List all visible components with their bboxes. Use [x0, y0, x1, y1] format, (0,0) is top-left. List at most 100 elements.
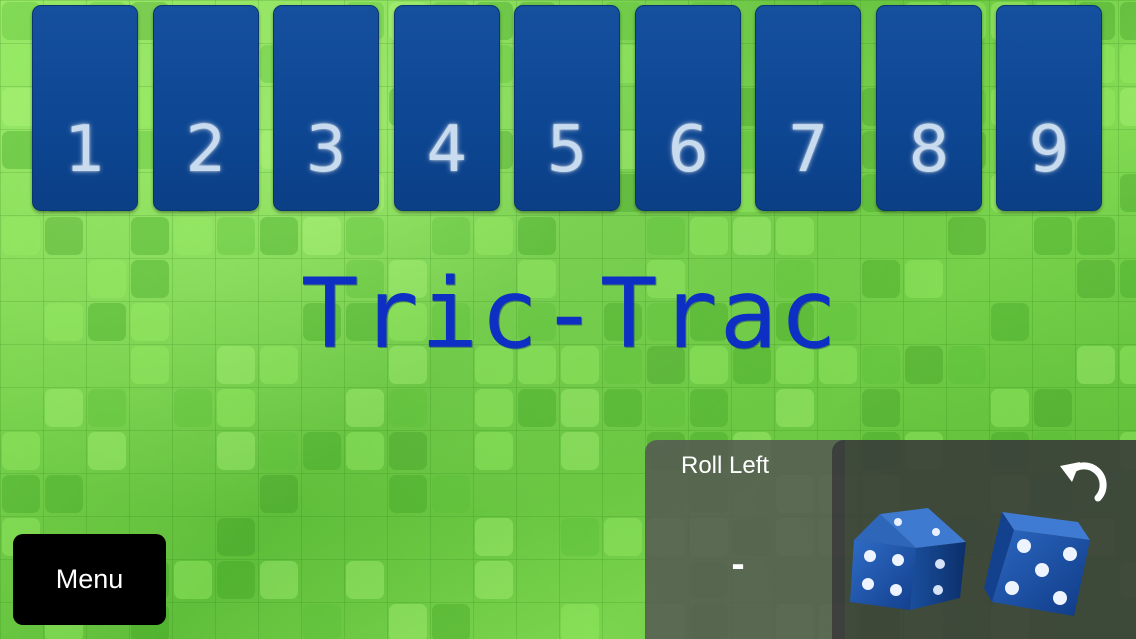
die-2[interactable] [982, 508, 1102, 632]
background-tile [1077, 346, 1115, 384]
background-tile [2, 432, 40, 470]
roll-left-panel: Roll Left - [645, 440, 845, 639]
background-tile [131, 346, 169, 384]
background-tile [647, 217, 685, 255]
background-tile [174, 217, 212, 255]
background-tile [1034, 389, 1072, 427]
background-tile [389, 475, 427, 513]
background-tile [260, 432, 298, 470]
background-tile [1077, 217, 1115, 255]
background-tile [475, 217, 513, 255]
background-tile [561, 432, 599, 470]
background-tile [1120, 45, 1136, 83]
card-7[interactable]: 7 [755, 5, 861, 211]
background-tile [217, 518, 255, 556]
background-tile [733, 217, 771, 255]
background-tile [561, 604, 599, 639]
background-tile [389, 432, 427, 470]
background-tile [991, 389, 1029, 427]
background-tile [217, 389, 255, 427]
card-number: 7 [787, 113, 829, 187]
background-tile [1077, 260, 1115, 298]
card-number: 6 [667, 113, 709, 187]
background-tile [475, 432, 513, 470]
background-tile [260, 217, 298, 255]
background-tile [131, 217, 169, 255]
background-tile [88, 389, 126, 427]
background-tile [432, 604, 470, 639]
card-number: 3 [305, 113, 347, 187]
card-number: 8 [908, 113, 950, 187]
background-tile [346, 389, 384, 427]
card-number: 2 [185, 113, 227, 187]
roll-left-label: Roll Left [681, 452, 770, 479]
background-tile [131, 260, 169, 298]
background-tile [389, 389, 427, 427]
background-tile [518, 217, 556, 255]
card-4[interactable]: 4 [394, 5, 500, 211]
background-tile [346, 561, 384, 599]
background-tile [475, 561, 513, 599]
card-number: 9 [1028, 113, 1070, 187]
card-6[interactable]: 6 [635, 5, 741, 211]
background-tile [88, 303, 126, 341]
background-tile [303, 217, 341, 255]
background-tile [45, 389, 83, 427]
background-tile [2, 475, 40, 513]
background-tile [217, 432, 255, 470]
background-tile [174, 561, 212, 599]
background-tile [1120, 260, 1136, 298]
background-tile [432, 475, 470, 513]
background-tile [518, 389, 556, 427]
card-number: 5 [546, 113, 588, 187]
roll-left-value: - [731, 542, 745, 586]
background-tile [561, 389, 599, 427]
background-tile [690, 389, 728, 427]
background-tile [174, 389, 212, 427]
undo-arrow-icon[interactable] [1058, 448, 1118, 508]
background-tile [647, 389, 685, 427]
card-2[interactable]: 2 [153, 5, 259, 211]
background-tile [1120, 346, 1136, 384]
background-tile [948, 217, 986, 255]
background-tile [604, 389, 642, 427]
background-tile [1120, 88, 1136, 126]
background-tile [991, 303, 1029, 341]
background-tile [346, 217, 384, 255]
card-9[interactable]: 9 [996, 5, 1102, 211]
background-tile [2, 217, 40, 255]
background-tile [776, 389, 814, 427]
background-tile [432, 217, 470, 255]
card-3[interactable]: 3 [273, 5, 379, 211]
dice-panel [832, 440, 1136, 639]
background-tile [303, 432, 341, 470]
card-8[interactable]: 8 [876, 5, 982, 211]
background-tile [346, 432, 384, 470]
background-tile [1120, 174, 1136, 212]
die-1[interactable] [846, 506, 966, 634]
card-5[interactable]: 5 [514, 5, 620, 211]
background-tile [303, 604, 341, 639]
background-tile [389, 604, 427, 639]
background-tile [1034, 217, 1072, 255]
background-tile [217, 561, 255, 599]
card-1[interactable]: 1 [32, 5, 138, 211]
background-tile [604, 518, 642, 556]
background-tile [217, 217, 255, 255]
background-tile [690, 217, 728, 255]
background-tile [475, 389, 513, 427]
background-tile [260, 475, 298, 513]
card-number: 4 [426, 113, 468, 187]
background-tile [1120, 2, 1136, 40]
menu-button[interactable]: Menu [13, 534, 166, 625]
background-tile [905, 260, 943, 298]
background-tile [45, 303, 83, 341]
background-tile [131, 303, 169, 341]
background-tile [561, 518, 599, 556]
background-tile [45, 217, 83, 255]
card-number: 1 [64, 113, 106, 187]
game-title: Tric-Trac [300, 258, 840, 370]
background-tile [45, 475, 83, 513]
background-tile [905, 346, 943, 384]
background-tile [88, 260, 126, 298]
